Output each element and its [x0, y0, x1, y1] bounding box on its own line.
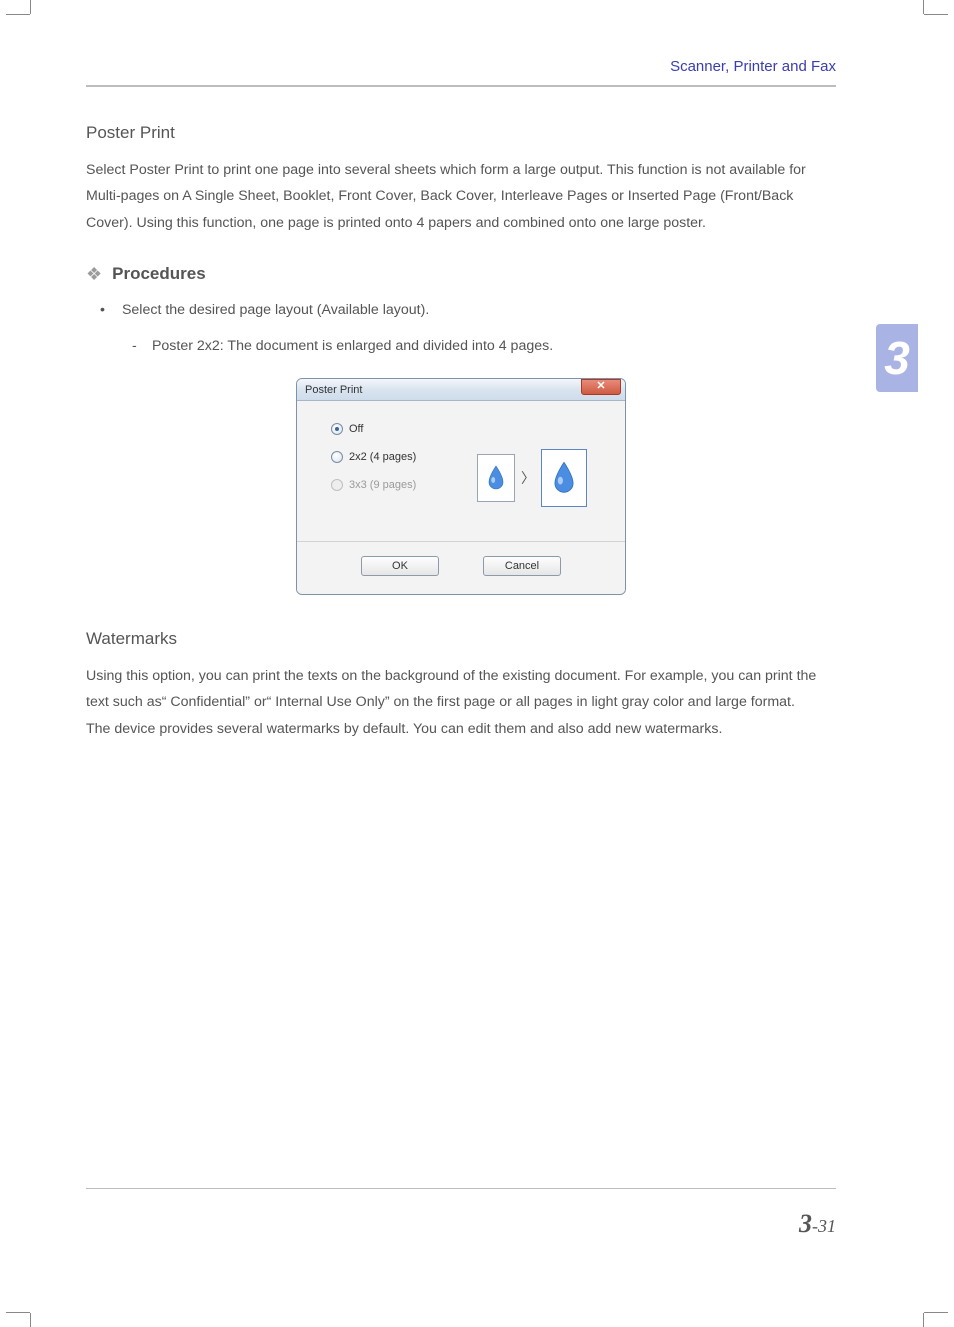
procedures-label: Procedures: [112, 264, 206, 284]
heading-procedures: ❖ Procedures: [86, 264, 836, 284]
header-rule: [86, 85, 836, 87]
footer-rule: [86, 1188, 836, 1189]
procedure-bullet: Select the desired page layout (Availabl…: [104, 298, 836, 358]
close-icon: ✕: [596, 381, 605, 392]
preview-source-thumb: [477, 454, 515, 502]
page-number-chapter: 3: [799, 1209, 812, 1238]
procedure-dash: Poster 2x2: The document is enlarged and…: [132, 334, 836, 358]
radio-3x3-label: 3x3 (9 pages): [349, 479, 416, 491]
poster-print-dialog: Poster Print ✕ Off 2x2 (4 pages) 3x3 (9 …: [296, 378, 626, 595]
radio-2x2-label: 2x2 (4 pages): [349, 451, 416, 463]
close-button[interactable]: ✕: [581, 379, 621, 395]
paragraph-watermarks: Using this option, you can print the tex…: [86, 663, 836, 742]
radio-off-label: Off: [349, 423, 363, 435]
radio-icon: [331, 451, 343, 463]
preview-result-thumb: [541, 449, 587, 507]
radio-off[interactable]: Off: [331, 423, 607, 435]
chapter-tab: 3: [876, 324, 918, 392]
heading-watermarks: Watermarks: [86, 629, 836, 649]
running-header: Scanner, Printer and Fax: [86, 58, 836, 85]
page-number-page: -31: [812, 1216, 836, 1236]
diamond-icon: ❖: [86, 265, 102, 283]
dialog-title-text: Poster Print: [305, 384, 362, 396]
paragraph-poster-print: Select Poster Print to print one page in…: [86, 157, 836, 236]
cancel-button[interactable]: Cancel: [483, 556, 561, 576]
procedure-bullet-text: Select the desired page layout (Availabl…: [122, 302, 429, 318]
chapter-number: 3: [884, 335, 910, 381]
ok-button-label: OK: [392, 560, 408, 572]
heading-poster-print: Poster Print: [86, 123, 836, 143]
procedure-dash-text: Poster 2x2: The document is enlarged and…: [152, 338, 553, 354]
radio-icon: [331, 479, 343, 491]
dialog-preview: 〉: [477, 449, 587, 507]
ok-button[interactable]: OK: [361, 556, 439, 576]
arrow-right-icon: 〉: [521, 468, 535, 488]
dialog-titlebar: Poster Print ✕: [297, 379, 625, 401]
cancel-button-label: Cancel: [505, 560, 539, 572]
page-number: 3-31: [86, 1209, 836, 1239]
water-drop-icon: [551, 461, 577, 495]
water-drop-icon: [486, 465, 506, 491]
radio-icon: [331, 423, 343, 435]
